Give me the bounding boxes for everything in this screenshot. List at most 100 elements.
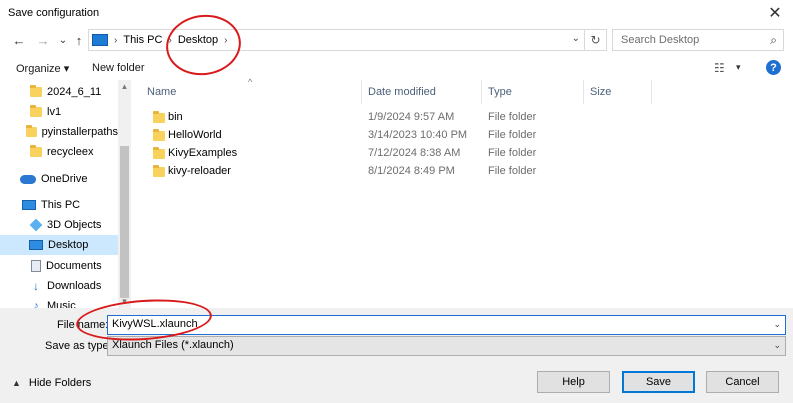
folder-icon xyxy=(153,129,165,141)
help-icon[interactable]: ? xyxy=(766,60,781,75)
breadcrumb-separator[interactable]: › xyxy=(168,35,171,46)
file-row[interactable]: kivy-reloader 8/1/2024 8:49 PM File fold… xyxy=(141,162,651,180)
search-placeholder: Search Desktop xyxy=(621,34,700,46)
column-header-name[interactable]: Name ^ xyxy=(141,77,362,104)
up-arrow-icon[interactable]: ↑ xyxy=(70,31,88,49)
command-bar: Organize ▾ New folder ☷ ▾ ? xyxy=(0,56,793,82)
save-as-type-label: Save as type: xyxy=(45,340,112,352)
file-name: HelloWorld xyxy=(168,129,222,141)
file-list: Name ^ Date modified Type Size bin 1/9/2… xyxy=(141,77,793,308)
search-input[interactable]: Search Desktop ⌕ xyxy=(612,29,784,51)
nav-item-label: Downloads xyxy=(47,280,102,292)
document-icon xyxy=(31,260,41,272)
folder-icon xyxy=(30,85,42,97)
file-name-dropdown-icon[interactable]: ⌄ xyxy=(773,319,781,330)
folder-icon xyxy=(153,165,165,177)
navigation-pane-scrollbar[interactable]: ▲ ▼ xyxy=(118,80,131,308)
breadcrumb-this-pc[interactable]: This PC xyxy=(123,34,162,46)
file-name-label: File name: xyxy=(57,319,109,331)
navigation-pane: 2024_6_11 lv1 pyinstallerpaths recycleex… xyxy=(0,80,131,308)
nav-item-onedrive[interactable]: OneDrive xyxy=(0,169,118,189)
file-name: KivyExamples xyxy=(168,147,238,159)
nav-item-label: recycleex xyxy=(47,146,94,158)
file-name: kivy-reloader xyxy=(168,165,231,177)
cancel-button[interactable]: Cancel xyxy=(706,371,779,393)
save-as-type-value: Xlaunch Files (*.xlaunch) xyxy=(112,339,234,351)
new-folder-button[interactable]: New folder xyxy=(92,62,145,74)
navigation-bar: ← → ⌄ ↑ › This PC › Desktop › ⌄ ↻ Search… xyxy=(0,28,793,54)
nav-item-label: OneDrive xyxy=(41,173,88,185)
nav-item-label: 3D Objects xyxy=(47,219,102,231)
column-header-type[interactable]: Type xyxy=(482,80,584,104)
save-button[interactable]: Save xyxy=(622,371,695,393)
scroll-up-icon[interactable]: ▲ xyxy=(118,80,131,93)
hide-folders-button[interactable]: ▲ Hide Folders xyxy=(12,377,91,389)
download-icon: ↓ xyxy=(33,279,39,293)
scroll-down-icon[interactable]: ▼ xyxy=(118,295,131,308)
folder-icon xyxy=(30,145,42,157)
nav-item-documents[interactable]: Documents xyxy=(0,256,118,276)
column-header-label: Name xyxy=(147,86,177,98)
nav-item-label: pyinstallerpaths xyxy=(41,126,118,138)
breadcrumb-separator[interactable]: › xyxy=(114,35,117,46)
file-name: bin xyxy=(168,111,183,123)
address-bar[interactable]: › This PC › Desktop › ⌄ ↻ xyxy=(88,29,607,51)
dialog-footer: File name: KivyWSL.xlaunch ⌄ Save as typ… xyxy=(0,308,793,403)
column-header-label: Type xyxy=(488,86,512,98)
nav-item-label: lv1 xyxy=(47,106,62,118)
breadcrumb-separator[interactable]: › xyxy=(224,35,227,46)
nav-item-music[interactable]: ♪ Music xyxy=(0,296,118,308)
nav-item-downloads[interactable]: ↓ Downloads xyxy=(0,276,118,296)
nav-item-3d-objects[interactable]: 3D Objects xyxy=(0,215,118,235)
folder-icon xyxy=(26,125,37,137)
file-type: File folder xyxy=(488,147,537,159)
file-type: File folder xyxy=(488,129,537,141)
file-name-input[interactable]: KivyWSL.xlaunch ⌄ xyxy=(107,315,786,335)
title-bar: Save configuration ✕ xyxy=(0,0,793,28)
help-button[interactable]: Help xyxy=(537,371,610,393)
file-row[interactable]: KivyExamples 7/12/2024 8:38 AM File fold… xyxy=(141,144,651,162)
back-arrow-icon[interactable]: ← xyxy=(10,31,28,49)
view-options-icon[interactable]: ☷ xyxy=(714,61,725,75)
cloud-icon xyxy=(20,174,36,184)
refresh-icon[interactable]: ↻ xyxy=(584,30,606,50)
close-icon[interactable]: ✕ xyxy=(757,0,793,26)
desktop-icon xyxy=(29,240,43,250)
hide-folders-label: Hide Folders xyxy=(28,377,92,389)
save-as-type-select[interactable]: Xlaunch Files (*.xlaunch) ⌄ xyxy=(107,336,786,356)
nav-item-lv1[interactable]: lv1 xyxy=(0,102,118,122)
chevron-up-icon: ▲ xyxy=(12,378,21,388)
scrollbar-thumb[interactable] xyxy=(120,146,129,298)
file-row[interactable]: bin 1/9/2024 9:57 AM File folder xyxy=(141,108,651,126)
folder-icon xyxy=(30,105,42,117)
breadcrumb-desktop[interactable]: Desktop xyxy=(178,34,218,46)
forward-arrow-icon[interactable]: → xyxy=(34,31,52,49)
nav-item-label: Documents xyxy=(46,260,102,272)
cube-icon xyxy=(29,218,43,232)
file-row[interactable]: HelloWorld 3/14/2023 10:40 PM File folde… xyxy=(141,126,651,144)
view-dropdown-icon[interactable]: ▾ xyxy=(736,62,741,73)
music-icon: ♪ xyxy=(33,300,39,308)
file-name-value: KivyWSL.xlaunch xyxy=(112,318,198,330)
nav-item-2024-6-11[interactable]: 2024_6_11 xyxy=(0,82,118,102)
sort-ascending-icon: ^ xyxy=(248,77,253,87)
nav-item-label: 2024_6_11 xyxy=(47,86,102,98)
window-title: Save configuration xyxy=(8,7,100,19)
nav-item-pyinstallerpaths[interactable]: pyinstallerpaths xyxy=(0,122,118,142)
nav-item-desktop[interactable]: Desktop xyxy=(0,235,118,255)
nav-item-recycleex[interactable]: recycleex xyxy=(0,142,118,162)
nav-item-this-pc[interactable]: This PC xyxy=(0,195,118,215)
file-type: File folder xyxy=(488,165,537,177)
nav-item-label: Music xyxy=(47,300,76,308)
computer-icon xyxy=(92,34,108,46)
column-header-size[interactable]: Size xyxy=(584,80,652,104)
search-icon[interactable]: ⌕ xyxy=(770,33,777,48)
address-dropdown-icon[interactable]: ⌄ xyxy=(572,33,580,44)
computer-icon xyxy=(22,200,36,210)
column-header-label: Date modified xyxy=(368,86,436,98)
save-as-type-dropdown-icon[interactable]: ⌄ xyxy=(773,340,781,351)
file-date: 1/9/2024 9:57 AM xyxy=(368,111,455,123)
organize-button[interactable]: Organize ▾ xyxy=(16,62,69,75)
column-header-date-modified[interactable]: Date modified xyxy=(362,80,482,104)
nav-item-label: Desktop xyxy=(48,239,89,251)
